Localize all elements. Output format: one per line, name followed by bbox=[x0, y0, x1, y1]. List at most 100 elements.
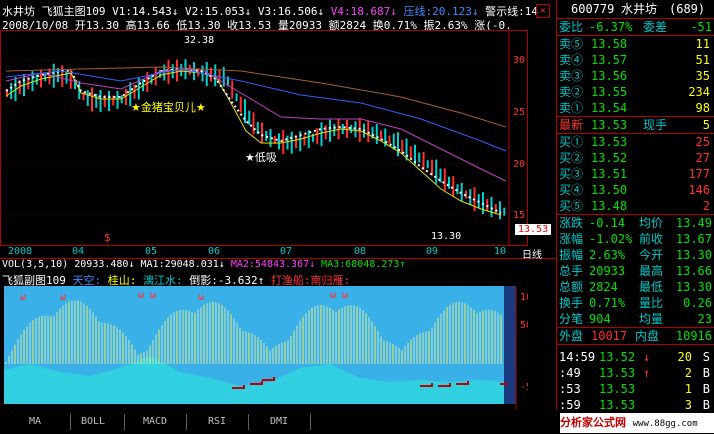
tick-price: 13.52 bbox=[599, 350, 636, 364]
w-mark: ω bbox=[20, 292, 26, 303]
outer-inner-row: 外盘 10017 内盘 10916 bbox=[557, 327, 714, 344]
tick-volume: 1 bbox=[684, 382, 692, 396]
label-golden-pig: ★金猪宝贝儿★ bbox=[131, 100, 206, 114]
tick-volume: 2 bbox=[684, 366, 692, 380]
watermark-text: 分析家公式网 bbox=[560, 416, 626, 429]
sell-price: 13.55 bbox=[591, 85, 628, 99]
sell-order-row: 卖③ 13.56 35 bbox=[557, 68, 714, 84]
diff-label: 委差 bbox=[643, 20, 668, 34]
buy-price: 13.48 bbox=[591, 199, 628, 213]
price-chart-svg: 32.38 13.30 ★金猪宝贝儿★ ★低吸 30.00 25.00 20.0… bbox=[1, 31, 543, 245]
stat-label: 总手 bbox=[559, 264, 584, 278]
buy-label: 买① bbox=[559, 135, 584, 149]
tick-row: :49 13.53 ↑ 2 B bbox=[557, 365, 714, 381]
buy-volume: 27 bbox=[695, 151, 710, 165]
quote-stats: 涨跌 -0.14 均价 13.49 涨幅 -1.02% 前收 13.67 振幅 2.63% 今开 13… bbox=[557, 215, 714, 327]
quote-stock-name: 水井坊 bbox=[621, 2, 658, 16]
month-label: 06 bbox=[208, 246, 221, 257]
stat-label: 分笔 bbox=[559, 312, 584, 326]
buy-order-row: 买③ 13.51 177 bbox=[557, 166, 714, 182]
sell-volume: 35 bbox=[695, 69, 710, 83]
tab-ma[interactable]: MA bbox=[0, 414, 71, 430]
tick-time: :59 bbox=[559, 398, 581, 412]
stat-row: 换手 0.71% 量比 0.26 bbox=[557, 295, 714, 311]
sub-chart-svg: ω ω ω ω ω ω ω 100.00 50.00 -50.00 bbox=[4, 286, 556, 410]
cur-vol-value: 5 bbox=[702, 118, 710, 132]
stat-value: 13.67 bbox=[675, 232, 712, 246]
stat-value: 13.66 bbox=[675, 264, 712, 278]
watermark: 分析家公式网 www.88gg.com bbox=[560, 413, 714, 433]
tick-arrow: ↓ bbox=[643, 350, 651, 364]
stock-code: 600779 bbox=[571, 2, 615, 16]
label-low-suck: ★低吸 bbox=[245, 151, 277, 164]
stat-value: 20933 bbox=[589, 264, 626, 278]
stat-label: 涨跌 bbox=[559, 216, 584, 230]
tick-arrow: ↑ bbox=[643, 366, 651, 380]
sell-label: 卖④ bbox=[559, 53, 584, 67]
month-label: 10 bbox=[494, 246, 507, 257]
tick-volume: 20 bbox=[677, 350, 692, 364]
tab-boll[interactable]: BOLL bbox=[62, 414, 125, 430]
stat-value: 0.26 bbox=[683, 296, 712, 310]
stat-value: 13.49 bbox=[675, 216, 712, 230]
w-mark: ω ω bbox=[330, 290, 348, 301]
sell-price: 13.56 bbox=[591, 69, 628, 83]
stat-value: 13.30 bbox=[675, 280, 712, 294]
sell-order-row: 卖① 13.54 98 bbox=[557, 100, 714, 116]
price-tick: 20.00 bbox=[513, 159, 527, 170]
ma-line-yellow bbox=[5, 70, 502, 216]
stat-label: 均量 bbox=[639, 312, 664, 326]
sell-volume: 51 bbox=[695, 53, 710, 67]
price-tick: 30.00 bbox=[513, 55, 527, 66]
w-mark: ω bbox=[60, 292, 66, 303]
tick-side: B bbox=[702, 382, 710, 396]
buy-label: 买⑤ bbox=[559, 199, 584, 213]
tick-row: :59 13.53 3 B bbox=[557, 397, 714, 413]
volume-info: VOL(3,5,10) 20933.480↓ MA1:29048.031↓ MA… bbox=[2, 259, 405, 270]
buy-label: 买③ bbox=[559, 167, 584, 181]
inner-label: 内盘 bbox=[635, 329, 660, 343]
sell-order-row: 卖② 13.55 234 bbox=[557, 84, 714, 100]
sub-tick: -50.00 bbox=[520, 382, 528, 393]
buy-volume: 146 bbox=[688, 183, 710, 197]
tick-volume: 3 bbox=[684, 398, 692, 412]
stat-label: 今开 bbox=[639, 248, 664, 262]
vol-value: 20933.480↓ bbox=[74, 259, 135, 270]
tab-dmi[interactable]: DMI bbox=[248, 414, 311, 430]
stat-row: 总额 2824 最低 13.30 bbox=[557, 279, 714, 295]
buy-price: 13.51 bbox=[591, 167, 628, 181]
stat-value: 2.63% bbox=[589, 248, 626, 262]
stat-label: 量比 bbox=[639, 296, 664, 310]
stat-label: 最高 bbox=[639, 264, 664, 278]
buy-price: 13.52 bbox=[591, 151, 628, 165]
latest-price: 13.53 bbox=[591, 118, 628, 132]
stock-rank: (689) bbox=[669, 2, 706, 16]
tick-time: 14:59 bbox=[559, 350, 596, 364]
stat-label: 振幅 bbox=[559, 248, 584, 262]
ma-line-white-dots bbox=[5, 67, 502, 214]
buy-volume: 177 bbox=[688, 167, 710, 181]
sell-label: 卖① bbox=[559, 101, 584, 115]
tab-macd[interactable]: MACD bbox=[124, 414, 187, 430]
sub-indicator-chart[interactable]: ω ω ω ω ω ω ω 100.00 50.00 -50.00 bbox=[0, 286, 556, 410]
stat-label: 总额 bbox=[559, 280, 584, 294]
stat-label: 换手 bbox=[559, 296, 584, 310]
indicator-tabs: MA BOLL MACD RSI DMI bbox=[0, 412, 556, 433]
main-price-chart[interactable]: 32.38 13.30 ★金猪宝贝儿★ ★低吸 30.00 25.00 20.0… bbox=[0, 30, 552, 246]
ma3-value: MA3:68048.273↑ bbox=[321, 259, 406, 270]
tick-side: S bbox=[702, 350, 710, 364]
w-mark: ω ω bbox=[138, 290, 156, 301]
buy-order-row: 买① 13.53 25 bbox=[557, 134, 714, 150]
last-price-tag: 13.53 bbox=[515, 224, 552, 235]
diff-value: -51 bbox=[690, 20, 712, 34]
buy-volume: 25 bbox=[695, 135, 710, 149]
month-label: 2008 bbox=[8, 246, 33, 257]
tab-rsi[interactable]: RSI bbox=[186, 414, 249, 430]
period-label[interactable]: 日线 bbox=[522, 246, 542, 261]
order-ratio-row: 委比 -6.37% 委差 -51 bbox=[557, 18, 714, 35]
buy-order-row: 买⑤ 13.48 2 bbox=[557, 198, 714, 214]
sell-label: 卖② bbox=[559, 85, 584, 99]
stat-row: 总手 20933 最高 13.66 bbox=[557, 263, 714, 279]
vol-label: VOL(3,5,10) bbox=[2, 259, 69, 270]
close-icon[interactable]: ✕ bbox=[536, 4, 550, 18]
